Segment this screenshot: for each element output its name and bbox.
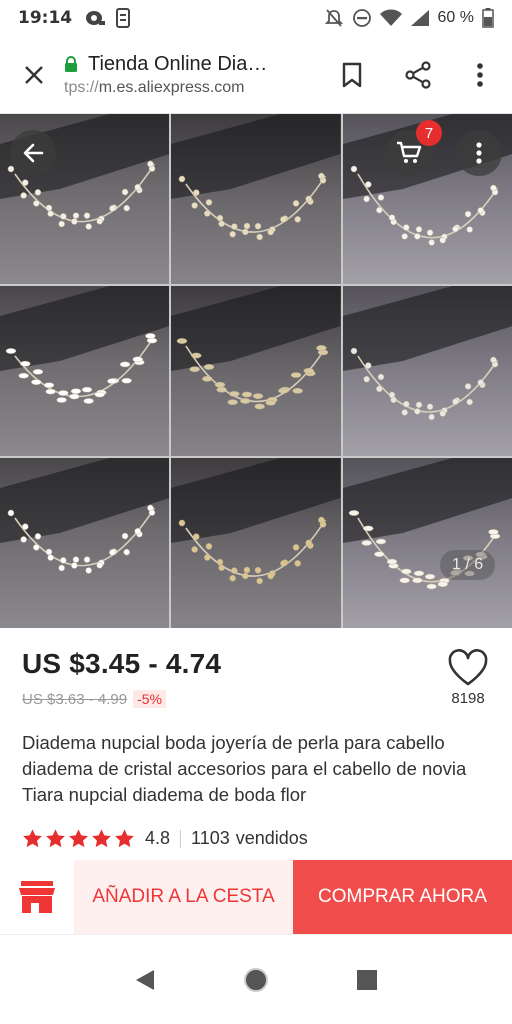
product-title: Diadema nupcial boda joyería de perla pa…: [22, 732, 467, 805]
star-icon: [115, 829, 134, 848]
old-price-row: US $3.63 - 4.99 -5%: [22, 690, 166, 708]
star-icon: [92, 829, 111, 848]
buy-now-button[interactable]: COMPRAR AHORA: [293, 860, 512, 934]
cart-button[interactable]: 7: [386, 120, 442, 176]
heart-icon[interactable]: [446, 646, 490, 690]
url-address: tps://m.es.aliexpress.com: [64, 79, 324, 97]
gallery-thumbnail: [0, 286, 170, 456]
star-icon: [23, 829, 42, 848]
image-grid: [0, 114, 512, 628]
lock-icon: [65, 56, 77, 72]
jewelry-illustration: [171, 458, 341, 585]
nav-recents-icon: [356, 969, 377, 990]
dnd-icon: [352, 9, 371, 27]
discount-badge: -5%: [133, 690, 166, 708]
rating-row[interactable]: 4.8 1103 vendidos: [22, 828, 308, 849]
mute-icon: [324, 9, 343, 27]
nav-back-button[interactable]: [123, 958, 167, 1002]
gallery-more-button[interactable]: [456, 130, 502, 176]
gallery-back-button[interactable]: [10, 130, 56, 176]
close-icon: [25, 65, 43, 84]
bookmark-icon: [342, 62, 362, 87]
jewelry-illustration: [0, 458, 170, 574]
close-tab-button[interactable]: [10, 51, 58, 99]
battery-percent: 60 %: [437, 9, 474, 26]
purchase-action-bar: AÑADIR A LA CESTA COMPRAR AHORA: [0, 860, 512, 934]
gallery-page-indicator: 1 / 6: [440, 550, 496, 580]
rating-value: 4.8: [145, 828, 171, 848]
signal-icon: [410, 10, 429, 26]
store-icon: [19, 881, 55, 913]
status-right-icons: 60 %: [324, 8, 494, 28]
more-vert-icon: [477, 62, 483, 87]
sold-label: vendidos: [235, 828, 308, 848]
add-to-cart-button[interactable]: AÑADIR A LA CESTA: [74, 860, 293, 934]
nav-recents-button[interactable]: [345, 958, 389, 1002]
nav-home-icon: [243, 967, 268, 992]
url-title-row: Tienda Online Dia…: [64, 53, 324, 76]
sold-count: 1103: [191, 828, 230, 848]
gallery-thumbnail: [342, 286, 512, 456]
star-icon: [46, 829, 65, 848]
share-button[interactable]: [394, 51, 442, 99]
url-host: m.es.aliexpress.com: [98, 78, 245, 96]
product-price: US $3.45 - 4.74: [22, 648, 222, 679]
rating-divider: [180, 829, 182, 848]
favorites-count: 8198: [451, 690, 485, 707]
jewelry-illustration: [342, 458, 512, 590]
gallery-thumbnail: [171, 458, 341, 628]
jewelry-illustration: [171, 286, 341, 410]
notification-icon: [86, 11, 106, 25]
more-vert-icon: [476, 142, 482, 164]
url-block[interactable]: Tienda Online Dia… tps://m.es.aliexpress…: [64, 53, 324, 97]
star-icon: [69, 829, 88, 848]
status-time: 19:14: [18, 8, 73, 28]
browser-menu-button[interactable]: [456, 51, 504, 99]
original-price: US $3.63 - 4.99: [22, 690, 128, 708]
cart-icon: [397, 141, 422, 163]
gallery-thumbnail: [171, 286, 341, 456]
browser-toolbar: Tienda Online Dia… tps://m.es.aliexpress…: [0, 36, 512, 114]
product-image-gallery[interactable]: 7 1 / 6: [0, 114, 512, 628]
jewelry-illustration: [342, 286, 512, 421]
gallery-thumbnail: [342, 458, 512, 628]
bookmark-button[interactable]: [328, 51, 376, 99]
screen: 19:14 60 % Tienda Online Dia… tps://m.es…: [0, 0, 512, 1024]
battery-icon: [482, 8, 494, 28]
status-left-icons: [84, 8, 131, 28]
status-bar: 19:14 60 %: [0, 0, 512, 36]
gallery-thumbnail: [171, 114, 341, 284]
rating-stars: [22, 828, 135, 849]
nav-back-icon: [136, 969, 155, 990]
url-prefix: tps://: [64, 78, 99, 96]
gallery-thumbnail: [0, 458, 170, 628]
store-button[interactable]: [0, 860, 74, 934]
jewelry-illustration: [171, 114, 341, 241]
wifi-icon: [379, 9, 402, 26]
page-title: Tienda Online Dia…: [88, 52, 268, 75]
cart-count-badge: 7: [416, 120, 442, 146]
product-info: US $3.45 - 4.74 US $3.63 - 4.99 -5% 8198…: [0, 628, 512, 860]
system-nav-bar: [0, 934, 512, 1024]
share-icon: [405, 60, 431, 89]
arrow-left-icon: [23, 143, 44, 163]
jewelry-illustration: [0, 286, 170, 404]
nav-home-button[interactable]: [234, 958, 278, 1002]
sim-icon: [116, 8, 131, 28]
